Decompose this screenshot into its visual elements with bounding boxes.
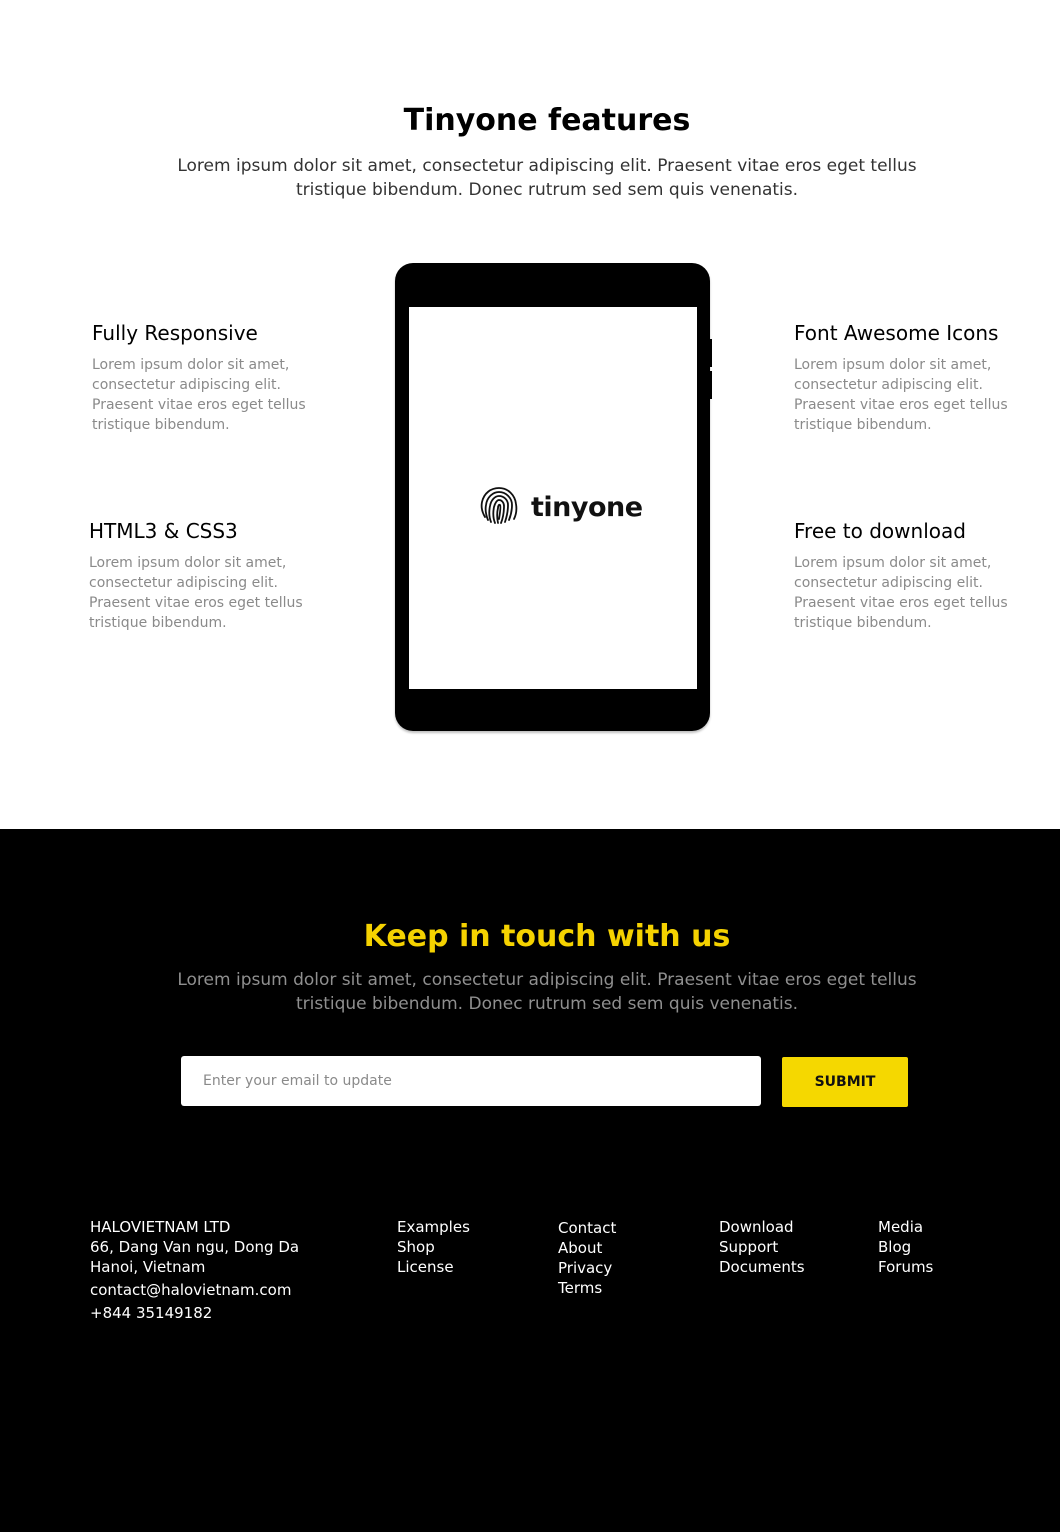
footer-links-column-1: Examples Shop License — [397, 1217, 470, 1277]
features-subtitle: Lorem ipsum dolor sit amet, consectetur … — [177, 156, 917, 200]
footer-link-forums[interactable]: Forums — [878, 1257, 933, 1277]
email-input[interactable] — [181, 1056, 761, 1106]
address-line-2: Hanoi, Vietnam — [90, 1258, 206, 1276]
footer-link-shop[interactable]: Shop — [397, 1237, 470, 1257]
footer-links-column-4: Media Blog Forums — [878, 1217, 933, 1277]
feature-text: Lorem ipsum dolor sit amet, consectetur … — [794, 555, 1008, 631]
feature-title: Font Awesome Icons — [794, 321, 999, 345]
address-line-1: 66, Dang Van ngu, Dong Da — [90, 1238, 300, 1256]
logo-wordmark: tinyone — [531, 491, 643, 523]
footer-link-privacy[interactable]: Privacy — [558, 1258, 616, 1278]
company-phone: +844 35149182 — [90, 1304, 213, 1322]
feature-title: Fully Responsive — [92, 321, 258, 345]
feature-free-download: Free to download Lorem ipsum dolor sit a… — [794, 519, 1024, 633]
submit-button[interactable]: SUBMIT — [782, 1057, 908, 1107]
feature-title: HTML3 & CSS3 — [89, 519, 238, 543]
tablet-mockup: tinyone — [395, 263, 712, 731]
feature-text: Lorem ipsum dolor sit amet, consectetur … — [89, 555, 303, 631]
footer-links-column-3: Download Support Documents — [719, 1217, 805, 1277]
footer-link-support[interactable]: Support — [719, 1237, 805, 1257]
tablet-screen: tinyone — [409, 307, 697, 689]
footer-links-column-2: Contact About Privacy Terms — [558, 1218, 616, 1298]
company-email-link[interactable]: contact@halovietnam.com — [90, 1280, 350, 1300]
contact-title: Keep in touch with us — [363, 919, 731, 954]
feature-html-css: HTML3 & CSS3 Lorem ipsum dolor sit amet,… — [89, 519, 319, 633]
footer-link-blog[interactable]: Blog — [878, 1237, 933, 1257]
tinyone-logo: tinyone — [477, 483, 643, 531]
footer-link-download[interactable]: Download — [719, 1217, 805, 1237]
footer-company-info: HALOVIETNAM LTD 66, Dang Van ngu, Dong D… — [90, 1217, 350, 1323]
company-name: HALOVIETNAM LTD — [90, 1218, 231, 1236]
footer-link-license[interactable]: License — [397, 1257, 470, 1277]
feature-font-awesome: Font Awesome Icons Lorem ipsum dolor sit… — [794, 321, 1024, 435]
footer-link-examples[interactable]: Examples — [397, 1217, 470, 1237]
features-title: Tinyone features — [403, 103, 691, 138]
footer-link-terms[interactable]: Terms — [558, 1278, 616, 1298]
feature-text: Lorem ipsum dolor sit amet, consectetur … — [794, 357, 1008, 433]
contact-subtitle: Lorem ipsum dolor sit amet, consectetur … — [177, 970, 917, 1014]
contact-section: Keep in touch with us Lorem ipsum dolor … — [0, 829, 1060, 1532]
fingerprint-icon — [477, 483, 521, 531]
feature-text: Lorem ipsum dolor sit amet, consectetur … — [92, 357, 306, 433]
feature-title: Free to download — [794, 519, 966, 543]
tablet-side-button — [709, 339, 712, 367]
footer-link-contact[interactable]: Contact — [558, 1218, 616, 1238]
footer-link-documents[interactable]: Documents — [719, 1257, 805, 1277]
features-section: Tinyone features Lorem ipsum dolor sit a… — [0, 0, 1060, 829]
footer-link-media[interactable]: Media — [878, 1217, 933, 1237]
tablet-side-button — [709, 371, 712, 399]
footer-link-about[interactable]: About — [558, 1238, 616, 1258]
feature-fully-responsive: Fully Responsive Lorem ipsum dolor sit a… — [92, 321, 322, 435]
